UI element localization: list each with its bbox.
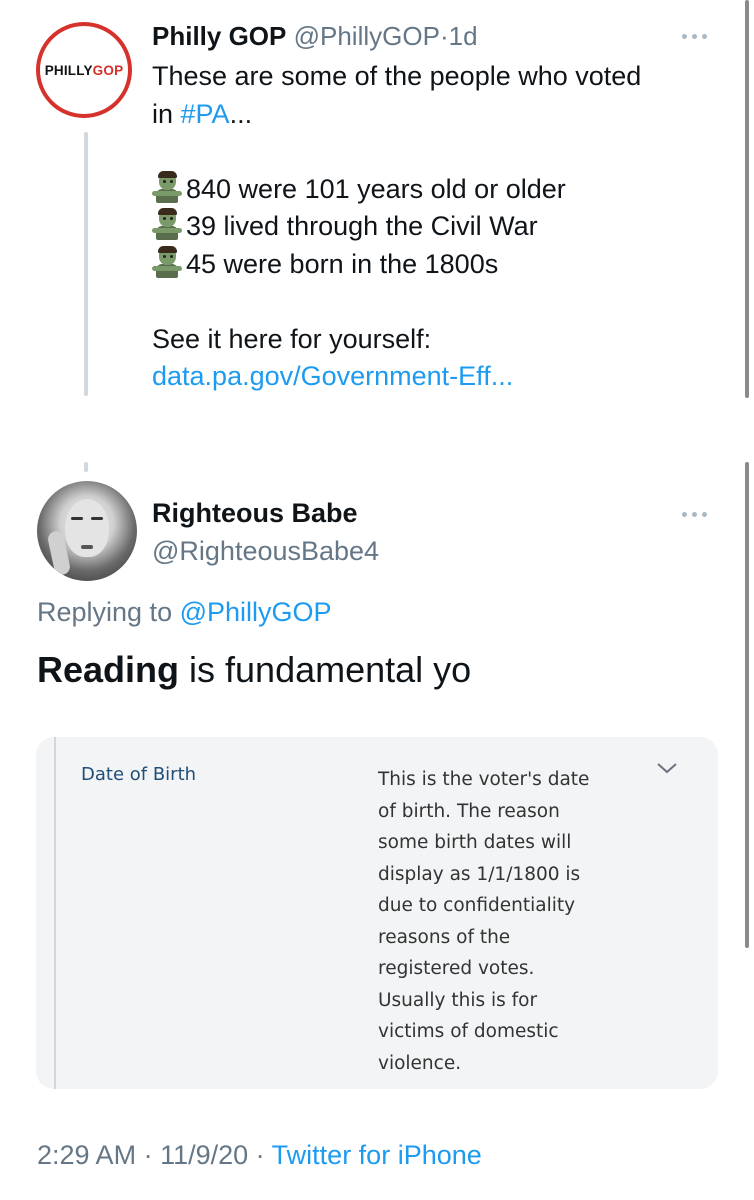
tweet1-time[interactable]: 1d xyxy=(449,21,478,51)
tweet1-line: in #PA... xyxy=(152,98,253,129)
tweet1-header: Philly GOP @PhillyGOP·1d xyxy=(152,20,478,52)
stat-line: 39 lived through the Civil War xyxy=(152,208,722,246)
tweet2-more-icon[interactable] xyxy=(682,508,716,520)
righteous-babe-avatar[interactable] xyxy=(37,481,137,581)
hashtag-link[interactable]: #PA xyxy=(181,99,230,129)
see-it-text: See it here for yourself: xyxy=(152,323,432,354)
zombie-icon xyxy=(152,170,182,204)
tweet2-author-handle[interactable]: @RighteousBabe4 xyxy=(152,534,379,568)
tweet2-body: Reading is fundamental yo xyxy=(37,649,472,690)
tweet2-footer: 2:29 AM · 11/9/20 · Twitter for iPhone xyxy=(37,1140,482,1170)
replying-to: Replying to @PhillyGOP xyxy=(37,597,332,627)
zombie-icon xyxy=(152,245,182,279)
scrollbar-upper[interactable] xyxy=(745,0,749,398)
tweet1-body: These are some of the people who voted i… xyxy=(152,58,722,396)
tweet1-author-name[interactable]: Philly GOP xyxy=(152,21,286,51)
philly-gop-avatar[interactable]: PHILLYGOP xyxy=(36,22,132,118)
replying-to-handle[interactable]: @PhillyGOP xyxy=(180,597,332,627)
tweet2-time[interactable]: 2:29 AM xyxy=(37,1140,136,1170)
data-link[interactable]: data.pa.gov/Government-Eff... xyxy=(152,358,722,396)
attached-image-card[interactable]: Date of Birth This is the voter's date o… xyxy=(36,737,718,1089)
scrollbar-lower[interactable] xyxy=(745,462,749,948)
tweet1-line: These are some of the people who voted xyxy=(152,61,642,91)
zombie-icon xyxy=(152,208,182,241)
tweet2-source-link[interactable]: Twitter for iPhone xyxy=(272,1140,482,1170)
tweet1-more-icon[interactable] xyxy=(682,30,716,42)
thread-connector-line xyxy=(84,132,88,396)
philly-gop-logo: PHILLYGOP xyxy=(44,62,124,78)
stat-line: 45 were born in the 1800s xyxy=(152,245,722,284)
tweet1-author-handle[interactable]: @PhillyGOP xyxy=(294,21,440,51)
card-divider xyxy=(54,737,56,1089)
tweet2-author-name[interactable]: Righteous Babe xyxy=(152,496,358,530)
date-of-birth-description: This is the voter's date of birth. The r… xyxy=(378,769,590,1074)
thread-connector-stub xyxy=(84,462,88,472)
chevron-down-icon xyxy=(657,763,677,774)
stat-line: 840 were 101 years old or older xyxy=(152,170,722,209)
date-of-birth-label: Date of Birth xyxy=(81,764,197,785)
tweet1-separator: · xyxy=(439,21,449,51)
tweet2-date[interactable]: 11/9/20 xyxy=(160,1140,248,1170)
